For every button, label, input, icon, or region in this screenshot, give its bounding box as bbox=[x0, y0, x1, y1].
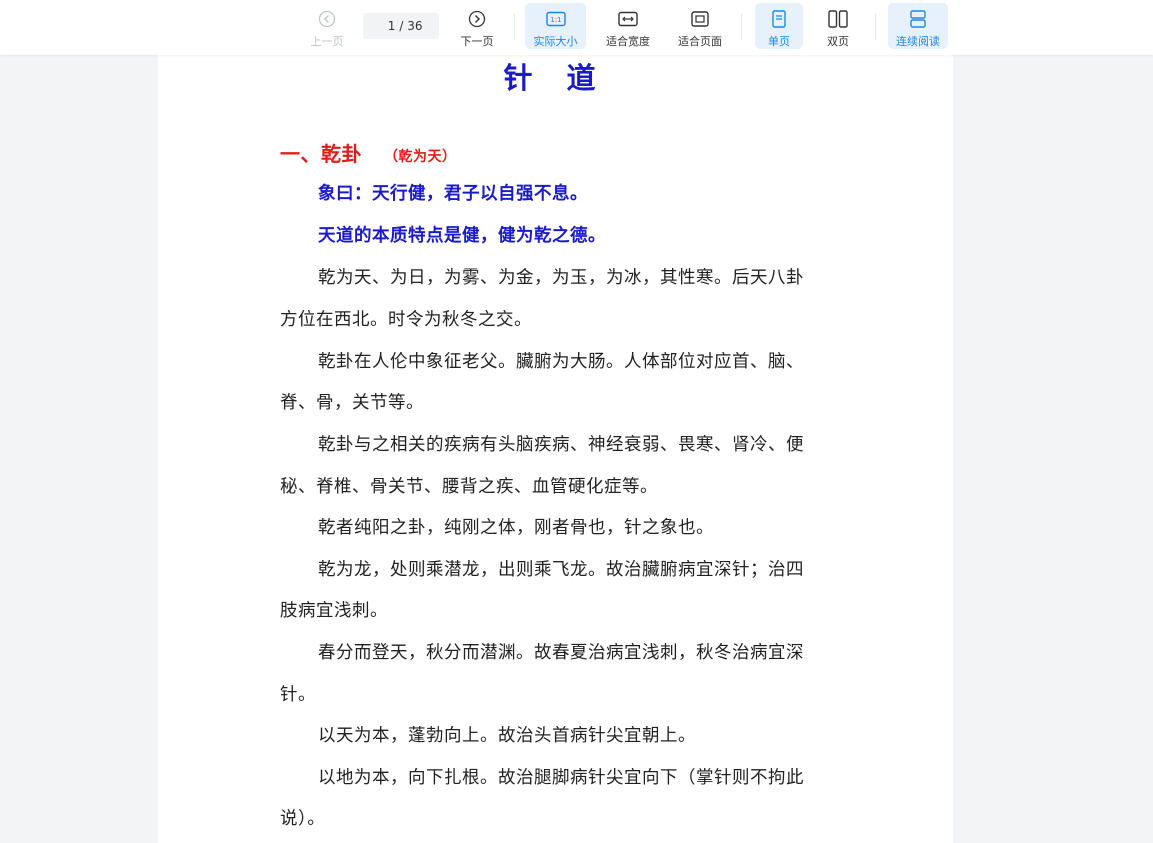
text-line: 针。 bbox=[280, 685, 316, 705]
heading-subtitle: （乾为天） bbox=[384, 149, 457, 165]
text-line: 象曰：天行健，君子以自强不息。 bbox=[318, 184, 588, 204]
document-title: 针 道 bbox=[503, 61, 608, 95]
svg-text:1:1: 1:1 bbox=[550, 16, 561, 24]
next-page-button[interactable]: 下一页 bbox=[450, 3, 504, 49]
document-page: 针 道 一、乾卦 （乾为天） 象曰：天行健，君子以自强不息。 天道的本质特点是健，… bbox=[158, 55, 953, 843]
page-number-input[interactable] bbox=[379, 19, 396, 33]
text-line: 天道的本质特点是健，健为乾之德。 bbox=[318, 226, 606, 246]
text-line: 脊、骨，关节等。 bbox=[280, 393, 424, 413]
next-page-label: 下一页 bbox=[460, 35, 494, 48]
text-line: 以天为本，蓬勃向上。故治头首病针尖宜朝上。 bbox=[318, 726, 696, 746]
fit-page-label: 适合页面 bbox=[678, 35, 722, 48]
single-page-button[interactable]: 单页 bbox=[755, 3, 803, 49]
continuous-reading-button[interactable]: 连续阅读 bbox=[888, 3, 948, 49]
prev-page-label: 上一页 bbox=[310, 35, 344, 48]
text-line: 以地为本，向下扎根。故治腿脚病针尖宜向下（掌针则不拘此 bbox=[318, 768, 804, 788]
toolbar-divider bbox=[514, 14, 515, 40]
text-line: 方位在西北。时令为秋冬之交。 bbox=[280, 310, 532, 330]
fit-width-button[interactable]: 适合宽度 bbox=[598, 3, 658, 49]
toolbar: 上一页 / 36 下一页 1:1 实际大小 适合宽度 适合页面 单页 bbox=[0, 0, 1153, 55]
page-total: / 36 bbox=[399, 19, 423, 33]
heading-text: 一、乾卦 bbox=[280, 142, 362, 166]
text-line: 春分而登天，秋分而潜渊。故春夏治病宜浅刺，秋冬治病宜深 bbox=[318, 643, 804, 663]
chevron-right-circle-icon bbox=[468, 8, 486, 30]
double-page-label: 双页 bbox=[827, 35, 849, 48]
section-heading: 一、乾卦 （乾为天） bbox=[280, 138, 457, 167]
toolbar-divider bbox=[875, 14, 876, 40]
fit-page-button[interactable]: 适合页面 bbox=[670, 3, 730, 49]
text-line: 肢病宜浅刺。 bbox=[280, 601, 388, 621]
continuous-reading-icon bbox=[909, 8, 927, 30]
text-line: 乾为天、为日，为雾、为金，为玉，为冰，其性寒。后天八卦 bbox=[318, 268, 804, 288]
prev-page-button[interactable]: 上一页 bbox=[300, 3, 354, 49]
actual-size-icon: 1:1 bbox=[545, 8, 566, 30]
text-line: 秘、脊椎、骨关节、腰背之疾、血管硬化症等。 bbox=[280, 477, 658, 497]
text-line: 乾者纯阳之卦，纯刚之体，刚者骨也，针之象也。 bbox=[318, 518, 714, 538]
double-page-icon bbox=[828, 8, 848, 30]
fit-page-icon bbox=[691, 8, 709, 30]
text-line: 乾为龙，处则乘潜龙，出则乘飞龙。故治臟腑病宜深针；治四 bbox=[318, 560, 804, 580]
continuous-reading-label: 连续阅读 bbox=[896, 35, 940, 48]
text-line: 乾卦与之相关的疾病有头脑疾病、神经衰弱、畏寒、肾冷、便 bbox=[318, 435, 804, 455]
text-line: 乾卦在人伦中象征老父。臟腑为大肠。人体部位对应首、脑、 bbox=[318, 352, 804, 372]
text-line: 说）。 bbox=[280, 809, 326, 829]
chevron-left-circle-icon bbox=[318, 8, 336, 30]
toolbar-divider bbox=[741, 14, 742, 40]
single-page-icon bbox=[771, 8, 787, 30]
double-page-button[interactable]: 双页 bbox=[814, 3, 862, 49]
fit-width-label: 适合宽度 bbox=[606, 35, 650, 48]
single-page-label: 单页 bbox=[768, 35, 790, 48]
page-indicator: / 36 bbox=[363, 13, 439, 39]
actual-size-label: 实际大小 bbox=[533, 35, 578, 48]
actual-size-button[interactable]: 1:1 实际大小 bbox=[525, 3, 586, 49]
fit-width-icon bbox=[618, 8, 638, 30]
